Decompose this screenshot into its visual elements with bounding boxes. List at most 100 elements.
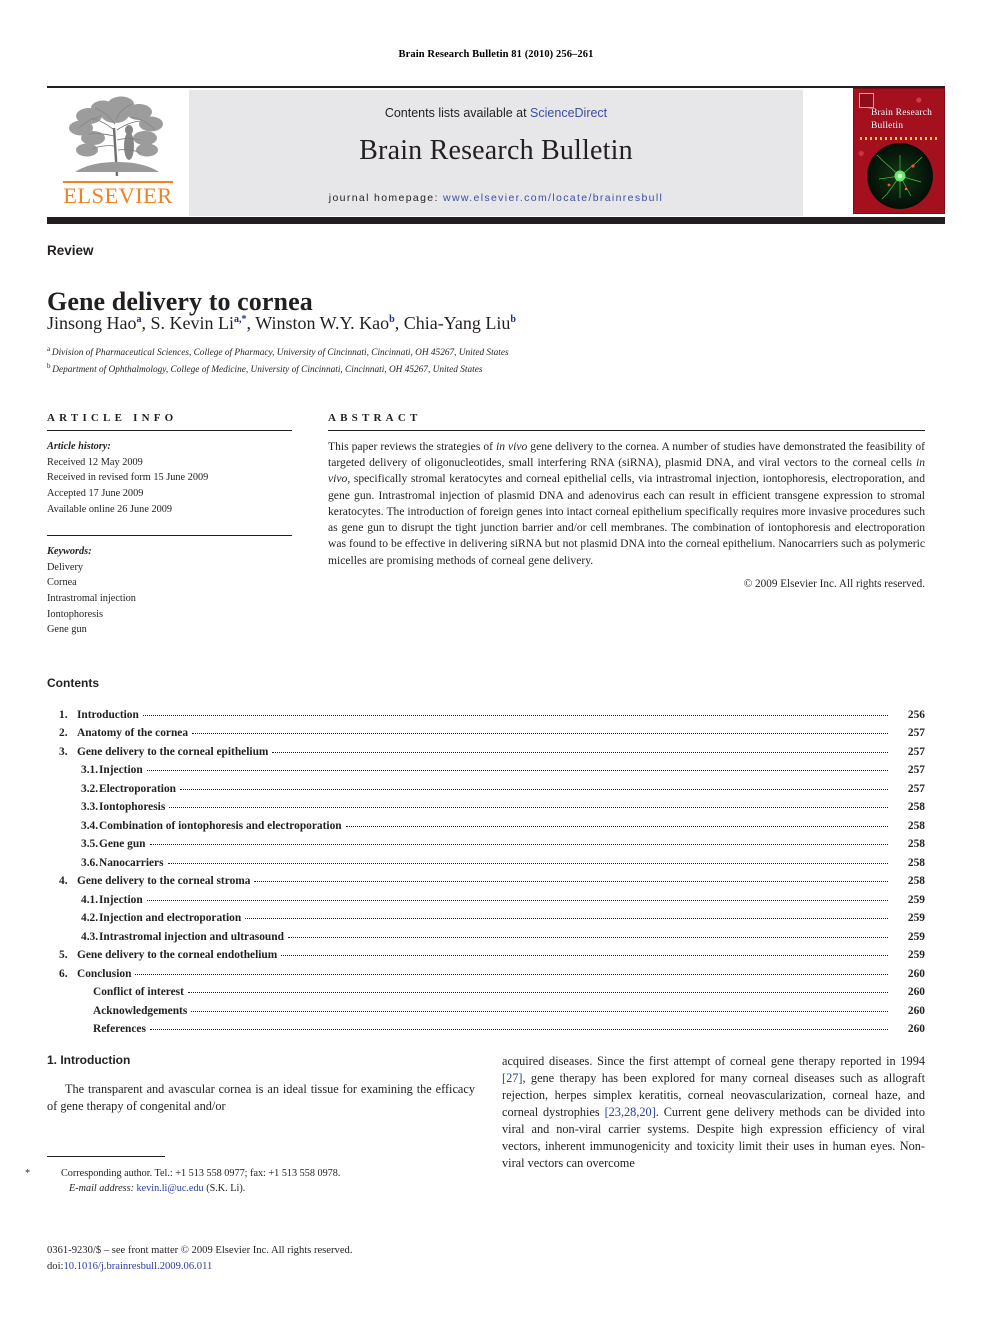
doi-link[interactable]: 10.1016/j.brainresbull.2009.06.011 [63, 1261, 212, 1272]
abstract-rule [328, 430, 925, 431]
toc-entry-page: 259 [907, 912, 925, 925]
toc-entry[interactable]: 3.5. Gene gun 258 [47, 835, 925, 853]
toc-entry[interactable]: 4. Gene delivery to the corneal stroma 258 [47, 872, 925, 890]
email-suffix: (S.K. Li). [203, 1183, 246, 1195]
email-link[interactable]: kevin.li@uc.edu [137, 1183, 204, 1194]
toc-leader-dots [287, 928, 888, 938]
toc-leader-dots [167, 854, 888, 864]
toc-entry[interactable]: 3.1. Injection 257 [47, 761, 925, 779]
keyword-item: Cornea [47, 577, 77, 589]
author-list: Jinsong Haoa, S. Kevin Lia,*, Winston W.… [47, 313, 516, 333]
toc-leader-dots [142, 706, 888, 716]
imprint-line: 0361-9230/$ – see front matter © 2009 El… [47, 1245, 353, 1256]
homepage-url-link[interactable]: www.elsevier.com/locate/brainresbull [443, 192, 663, 204]
doi-label: doi: [47, 1260, 64, 1272]
masthead-center-panel: Contents lists available at ScienceDirec… [189, 90, 803, 216]
toc-entry-page: 260 [907, 967, 925, 980]
toc-entry[interactable]: References 260 [47, 1020, 925, 1038]
toc-entry-page: 260 [907, 986, 925, 999]
toc-entry-label: Combination of iontophoresis and electro… [99, 819, 342, 832]
toc-entry-label: Injection [99, 893, 143, 906]
author-name: S. Kevin Li [150, 313, 235, 333]
abstract-part-3: , specifically stromal keratocytes and c… [328, 472, 925, 567]
imprint-block: 0361-9230/$ – see front matter © 2009 El… [47, 1243, 517, 1274]
toc-entry-number: 3.4. [81, 819, 99, 832]
toc-entry[interactable]: 2. Anatomy of the cornea 257 [47, 724, 925, 742]
elsevier-logo: ELSEVIER [47, 90, 189, 216]
keyword-item: Intrastromal injection [47, 593, 136, 605]
contents-available-text: Contents lists available at [384, 106, 531, 120]
toc-entry[interactable]: 3. Gene delivery to the corneal epitheliu… [47, 743, 925, 761]
abstract-heading: ABSTRACT [328, 412, 925, 424]
article-info-block: ARTICLE INFO Article history: Received 1… [47, 412, 292, 638]
author-affiliation-mark: b [510, 314, 516, 325]
toc-entry-label: Anatomy of the cornea [77, 727, 189, 740]
toc-entry-page: 258 [907, 801, 925, 814]
author-name: Chia-Yang Liu [403, 313, 511, 333]
toc-leader-dots [272, 743, 888, 753]
elsevier-tree-icon [69, 96, 163, 177]
toc-leader-dots [146, 761, 888, 772]
toc-entry-label: References [93, 1022, 146, 1035]
toc-entry[interactable]: 3.4. Combination of iontophoresis and ele… [47, 817, 925, 835]
masthead-bottom-rule [47, 217, 945, 224]
citation-link-2[interactable]: [23,28,20] [605, 1105, 656, 1119]
intro-right-part-1: acquired diseases. Since the first attem… [502, 1054, 925, 1068]
article-history-item: Accepted 17 June 2009 [47, 487, 144, 499]
toc-entry-page: 257 [907, 745, 925, 758]
toc-entry-number: 3.5. [81, 838, 99, 851]
toc-entry-page: 257 [907, 764, 925, 777]
author-name: Jinsong Hao [47, 313, 137, 333]
toc-entry-number: 6. [59, 967, 68, 980]
toc-leader-dots [149, 835, 888, 846]
running-head: Brain Research Bulletin 81 (2010) 256–26… [398, 49, 594, 60]
toc-entry-label: Iontophoresis [99, 801, 166, 814]
toc-entry-number: 4. [59, 875, 68, 888]
email-label: E-mail address: [69, 1183, 134, 1195]
toc-entry[interactable]: 4.3. Intrastromal injection and ultrasoun… [47, 928, 925, 946]
toc-entry[interactable]: 4.2. Injection and electroporation 259 [47, 909, 925, 927]
author-name: Winston W.Y. Kao [255, 313, 390, 333]
abstract-block: ABSTRACT This paper reviews the strategi… [328, 412, 925, 590]
affiliation-item: b Department of Ophthalmology, College o… [47, 361, 483, 375]
toc-entry[interactable]: 4.1. Injection 259 [47, 891, 925, 909]
toc-entry-page: 258 [907, 819, 925, 832]
paper-page: Brain Research Bulletin 81 (2010) 256–26… [0, 0, 992, 1323]
toc-entry[interactable]: Conflict of interest 260 [47, 983, 925, 1001]
toc-entry[interactable]: Acknowledgements 260 [47, 1002, 925, 1020]
article-history-item: Received in revised form 15 June 2009 [47, 472, 209, 484]
toc-entry-number: 4.3. [81, 930, 99, 943]
cover-dashed-rule [860, 137, 940, 140]
toc-entry-number: 3.6. [81, 856, 99, 869]
toc-leader-dots [135, 965, 888, 975]
toc-entry-number: 4.2. [81, 912, 99, 925]
toc-leader-dots [187, 983, 888, 994]
journal-title: Brain Research Bulletin [359, 135, 633, 166]
sciencedirect-link[interactable]: ScienceDirect [530, 106, 607, 120]
toc-entry-label: Gene delivery to the corneal endothelium [77, 949, 278, 962]
toc-entry[interactable]: 5. Gene delivery to the corneal endotheli… [47, 946, 925, 964]
author-affiliation-mark: b [389, 314, 395, 325]
toc-entry-page: 259 [907, 949, 925, 962]
introduction-paragraph-left: The transparent and avascular cornea is … [47, 1082, 475, 1113]
toc-entry[interactable]: 3.6. Nanocarriers 258 [47, 854, 925, 872]
toc-leader-dots [146, 891, 888, 901]
article-info-heading-text: ARTICLE INFO [47, 412, 178, 424]
keyword-item: Gene gun [47, 624, 87, 636]
toc-entry-label: Electroporation [99, 782, 176, 795]
journal-masthead: ELSEVIER Contents lists available at Sci… [47, 86, 945, 224]
toc-entry[interactable]: 3.3. Iontophoresis 258 [47, 798, 925, 816]
toc-entry[interactable]: 6. Conclusion 260 [47, 965, 925, 983]
email-note: E-mail address: kevin.li@uc.edu (S.K. Li… [47, 1181, 475, 1196]
citation-link-1[interactable]: [27] [502, 1071, 523, 1085]
toc-entry-number: 3.1. [81, 764, 99, 777]
abstract-part-1: This paper reviews the strategies of [328, 440, 496, 453]
toc-leader-dots [192, 724, 888, 735]
toc-entry[interactable]: 1. Introduction 256 [47, 706, 925, 724]
toc-entry[interactable]: 3.2. Electroporation 257 [47, 780, 925, 798]
toc-entry-page: 259 [907, 893, 925, 906]
toc-entry-label: Gene delivery to the corneal epithelium [77, 745, 269, 758]
toc-leader-dots [149, 1020, 888, 1030]
introduction-paragraph-right: acquired diseases. Since the first attem… [502, 1053, 925, 1172]
keyword-item: Iontophoresis [47, 608, 104, 620]
